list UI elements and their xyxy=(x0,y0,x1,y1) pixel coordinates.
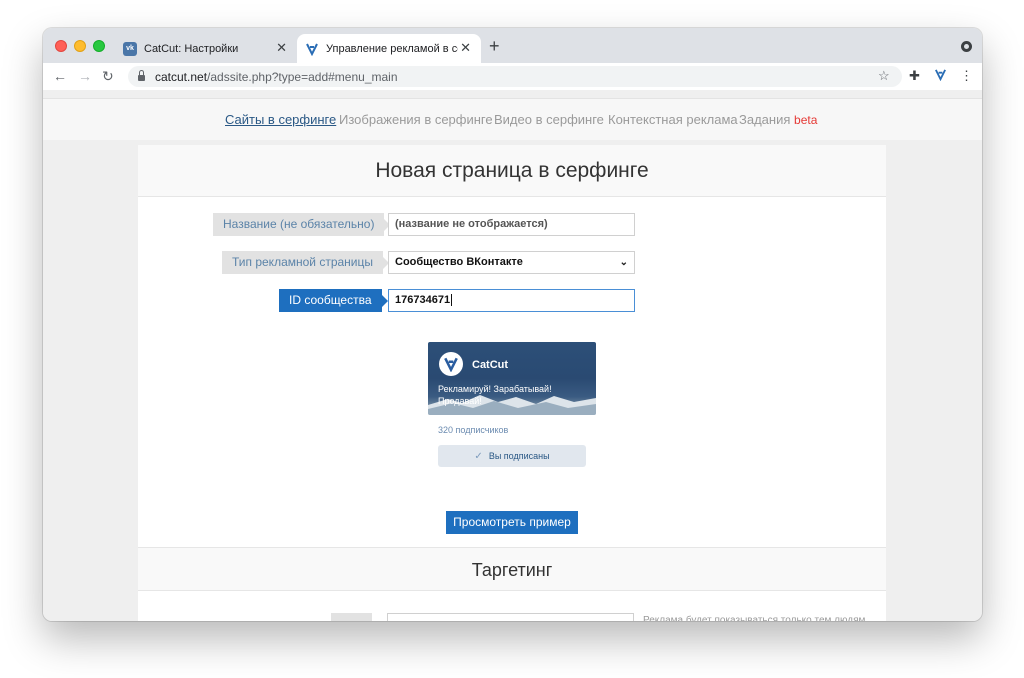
browser-window: vk CatCut: Настройки ✕ Управление реклам… xyxy=(43,28,982,621)
nav-sites-surfing[interactable]: Сайты в серфинге xyxy=(225,112,336,127)
form-title: Новая страница в серфинге xyxy=(138,145,886,197)
bookmark-star-icon[interactable]: ☆ xyxy=(878,68,890,84)
new-tab-button[interactable]: + xyxy=(489,37,500,55)
targeting-title: Таргетинг xyxy=(138,547,886,591)
close-window-button[interactable] xyxy=(55,40,67,52)
vk-group-preview: CatCut Рекламируй! Зарабатывай! Продавай… xyxy=(428,342,596,415)
type-label: Тип рекламной страницы xyxy=(222,251,390,274)
forward-icon[interactable]: → xyxy=(78,67,92,85)
address-bar[interactable]: catcut.net/adssite.php?type=add#menu_mai… xyxy=(128,66,902,87)
catcut-extension-icon[interactable] xyxy=(934,68,947,85)
nav-tasks-label: Задания xyxy=(739,112,791,127)
check-icon: ✓ xyxy=(474,450,483,462)
back-icon[interactable]: ← xyxy=(53,67,67,85)
vk-icon: vk xyxy=(123,41,137,56)
browser-toolbar: ← → ↻ catcut.net/adssite.php?type=add#me… xyxy=(43,63,982,90)
zoom-window-button[interactable] xyxy=(93,40,105,52)
group-name: CatCut xyxy=(472,359,509,371)
page-type-value: Сообщество ВКонтакте xyxy=(395,256,523,268)
name-label: Название (не обязательно) xyxy=(213,213,391,236)
nav-tasks[interactable]: Задания beta xyxy=(739,112,817,127)
menu-icon[interactable]: ⋮ xyxy=(960,68,973,84)
chevron-down-icon: ⌄ xyxy=(619,257,628,268)
nav-images-surfing[interactable]: Изображения в серфинге xyxy=(339,112,493,127)
targeting-label xyxy=(331,613,372,621)
reload-icon[interactable]: ↻ xyxy=(102,67,114,85)
catcut-logo-icon xyxy=(439,352,463,376)
nav-video-surfing[interactable]: Видео в серфинге xyxy=(494,112,604,127)
profile-icon[interactable] xyxy=(961,41,972,52)
tab-title: CatCut: Настройки xyxy=(144,42,239,55)
new-page-form-card: Новая страница в серфинге Название (не о… xyxy=(138,145,886,621)
tab-catcut-settings[interactable]: vk CatCut: Настройки ✕ xyxy=(117,34,297,63)
close-tab-icon[interactable]: ✕ xyxy=(276,41,287,54)
close-tab-icon[interactable]: ✕ xyxy=(460,41,471,54)
group-id-label: ID сообщества xyxy=(279,289,388,312)
targeting-input[interactable] xyxy=(387,613,634,621)
subscribed-label: Вы подписаны xyxy=(488,451,550,461)
nav-context-ads[interactable]: Контекстная реклама xyxy=(608,112,738,127)
group-id-value: 176734671 xyxy=(395,294,451,306)
tab-ads-management[interactable]: Управление рекламой в серфинге ✕ xyxy=(297,34,481,63)
preview-example-button[interactable]: Просмотреть пример xyxy=(446,511,578,534)
tab-title: Управление рекламой в серфинге xyxy=(326,42,458,55)
text-caret xyxy=(451,294,453,307)
minimize-window-button[interactable] xyxy=(74,40,86,52)
url-host: catcut.net xyxy=(155,69,208,84)
extensions-icon[interactable]: ✚ xyxy=(909,68,920,84)
page-content: Сайты в серфинге Изображения в серфинге … xyxy=(43,90,982,621)
url-path: /adssite.php?type=add#menu_main xyxy=(207,69,398,84)
subscriber-count: 320 подписчиков xyxy=(438,425,509,435)
beta-badge: beta xyxy=(794,113,818,127)
subscribed-button[interactable]: ✓ Вы подписаны xyxy=(438,445,586,467)
catcut-icon xyxy=(305,42,319,56)
tab-strip: vk CatCut: Настройки ✕ Управление реклам… xyxy=(43,28,982,63)
lock-icon xyxy=(138,70,145,81)
name-input[interactable]: (название не отображается) xyxy=(388,213,635,236)
targeting-note: Реклама будет показываться только тем лю… xyxy=(643,615,866,621)
group-id-input[interactable]: 176734671 xyxy=(388,289,635,312)
section-nav: Сайты в серфинге Изображения в серфинге … xyxy=(43,98,982,140)
group-description: Рекламируй! Зарабатывай! Продавай! xyxy=(438,384,552,406)
page-type-select[interactable]: Сообщество ВКонтакте ⌄ xyxy=(388,251,635,274)
